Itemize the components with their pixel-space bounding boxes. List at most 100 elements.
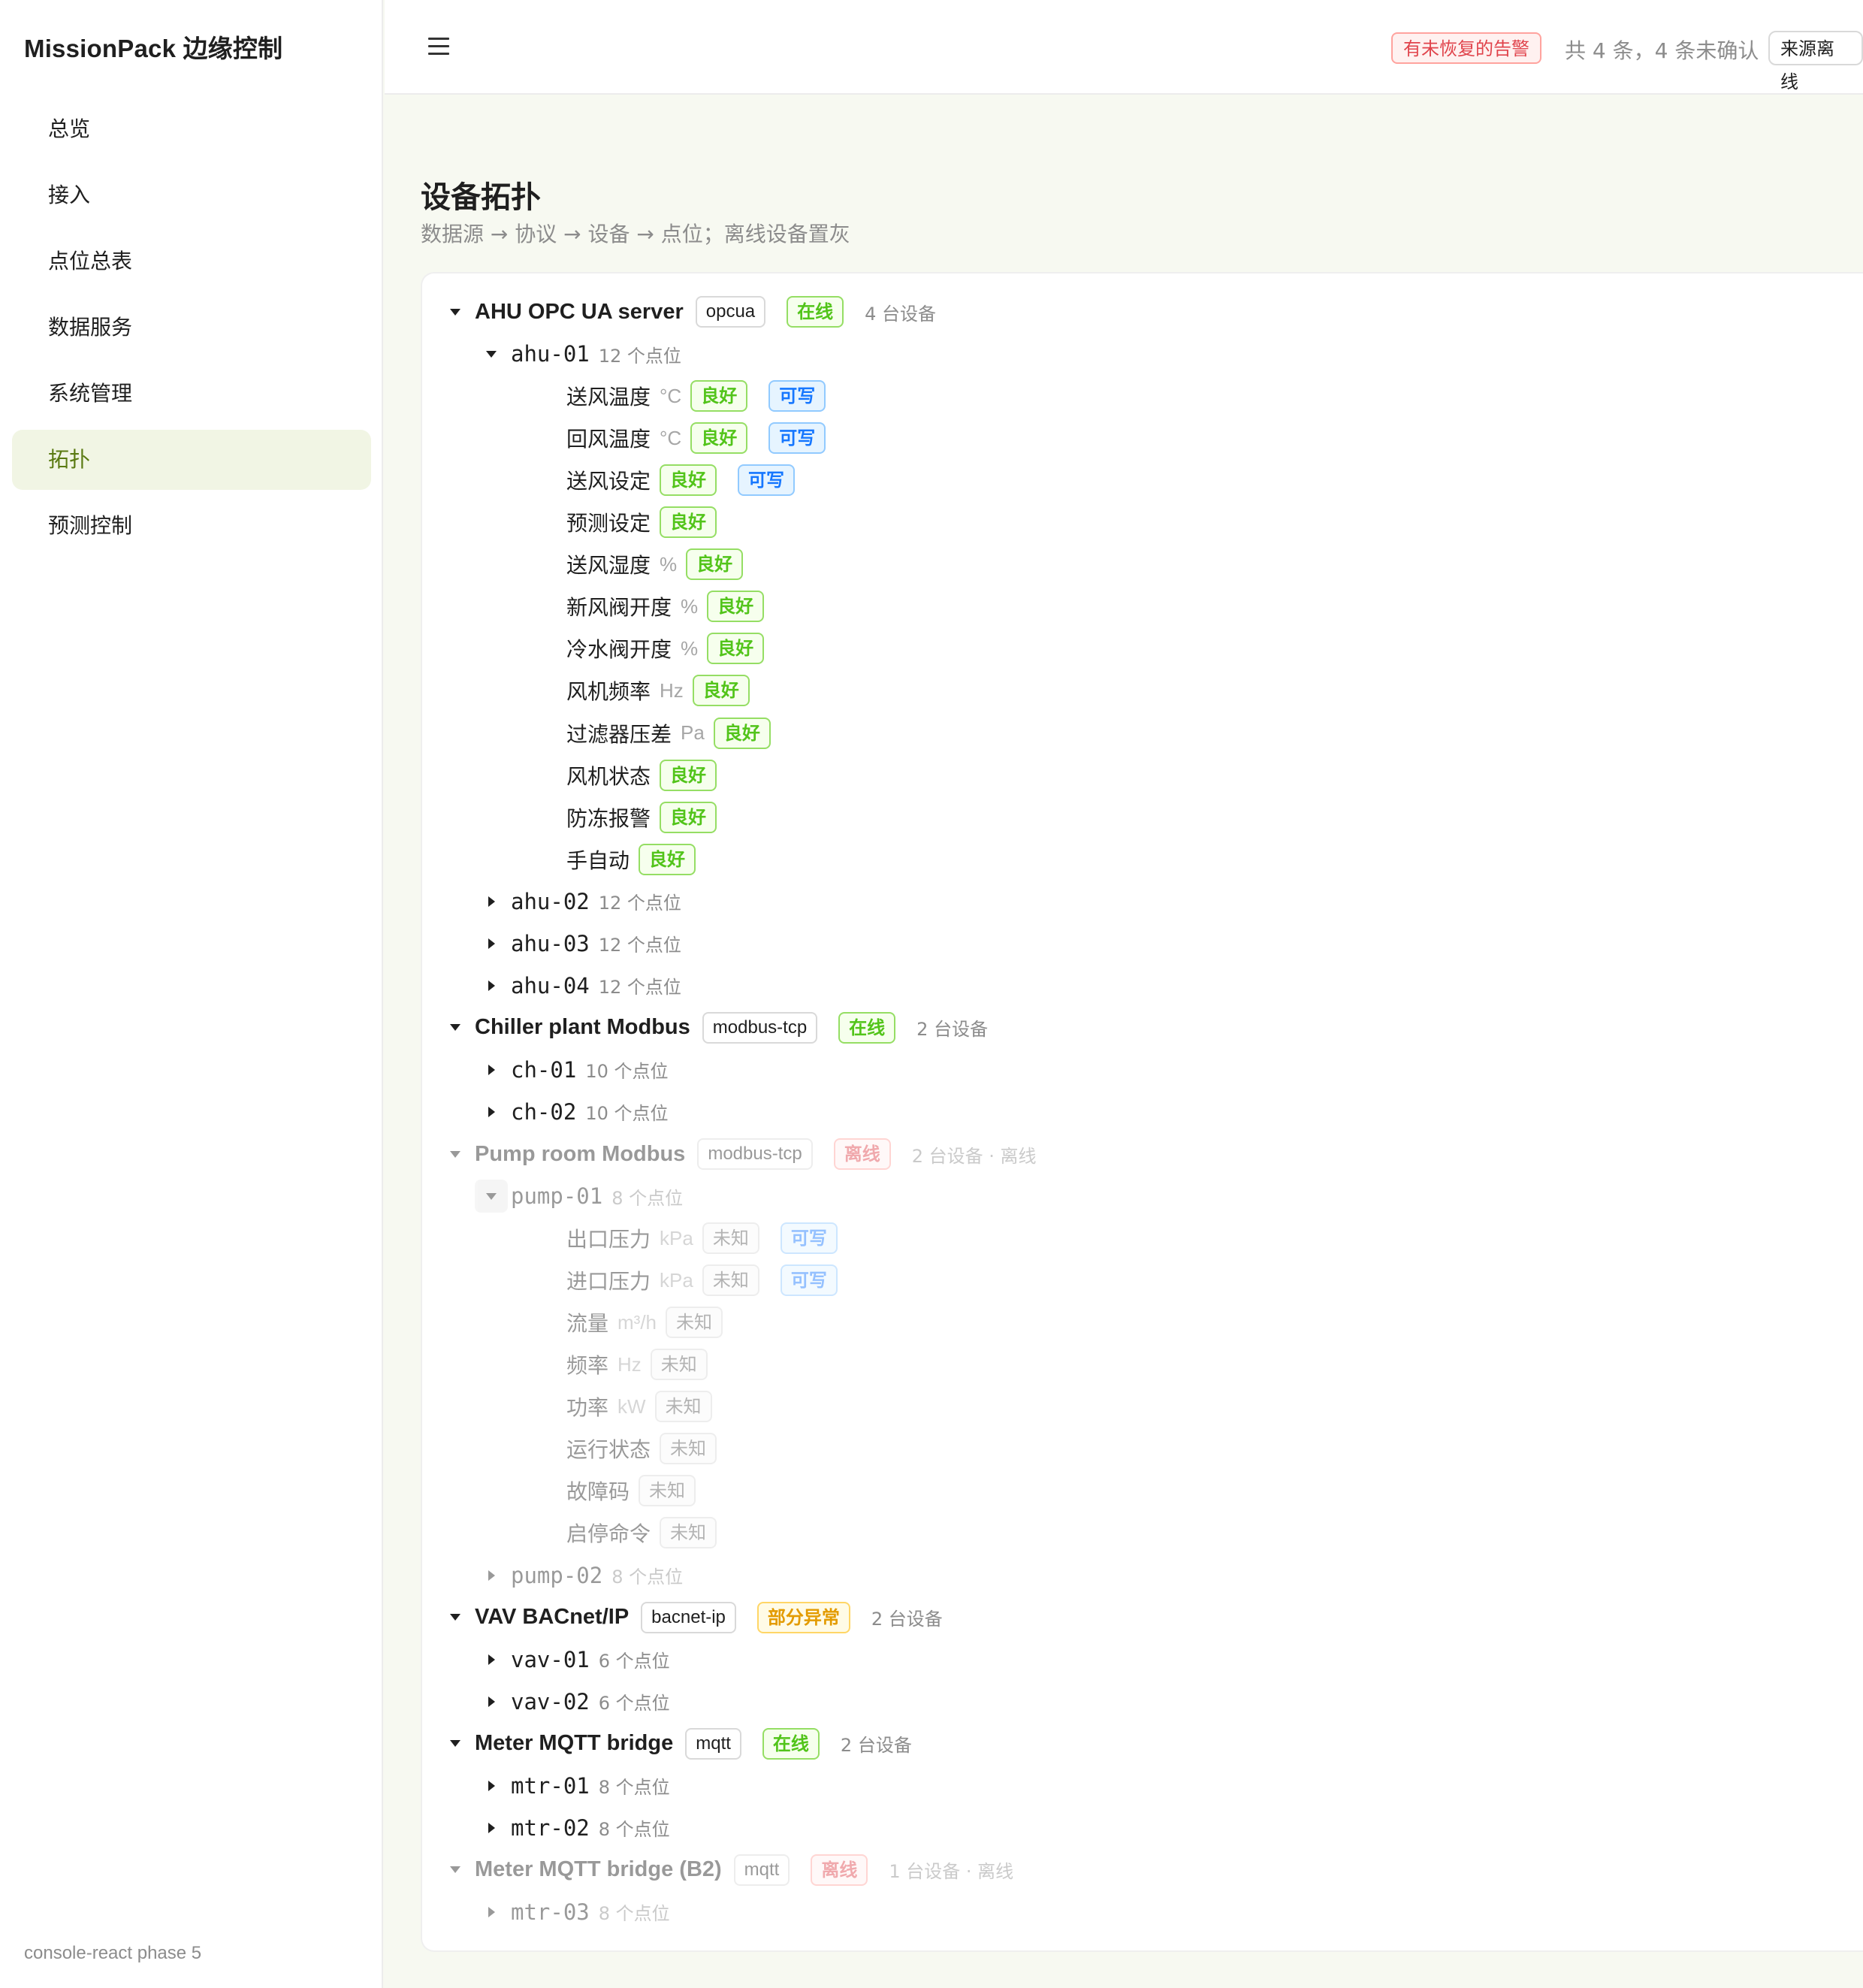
tree-source-row[interactable]: Chiller plant Modbus modbus-tcp 在线 2 台设备: [439, 1007, 988, 1049]
collapse-toggle-icon[interactable]: [439, 1854, 472, 1887]
tree-device-row[interactable]: ch-01 10 个点位: [475, 1049, 668, 1091]
expand-toggle-icon[interactable]: [475, 1559, 508, 1592]
expand-toggle-icon[interactable]: [475, 1769, 508, 1802]
expand-toggle-icon[interactable]: [475, 1896, 508, 1929]
device-count: 2 台设备 · 离线: [911, 1145, 1037, 1167]
caret-down-icon: [450, 308, 460, 316]
menu-icon[interactable]: [428, 38, 449, 56]
expand-toggle-icon[interactable]: [475, 1643, 508, 1676]
tree-device-row[interactable]: ahu-01 12 个点位: [475, 333, 681, 375]
writable-tag: 可写: [780, 1264, 838, 1297]
collapse-toggle-icon[interactable]: [439, 1138, 472, 1171]
expand-toggle-icon[interactable]: [475, 927, 508, 960]
caret-right-icon: [488, 1822, 495, 1833]
collapse-toggle-icon[interactable]: [439, 1727, 472, 1760]
tree-device-row[interactable]: mtr-01 8 个点位: [475, 1765, 670, 1807]
quality-tag: 未知: [666, 1307, 723, 1339]
point-name: 送风温度: [566, 385, 651, 410]
point-name: 故障码: [566, 1479, 630, 1505]
tree-device-row[interactable]: ahu-03 12 个点位: [475, 923, 681, 965]
tree-source-row[interactable]: Meter MQTT bridge (B2) mqtt 离线 1 台设备 · 离线: [439, 1849, 1013, 1891]
tree-point-row: 送风湿度% 良好: [566, 543, 764, 585]
collapse-toggle-icon[interactable]: [475, 1180, 508, 1213]
quality-tag: 未知: [702, 1222, 759, 1255]
sidebar-item-system[interactable]: 系统管理: [12, 364, 371, 424]
tree-device-row[interactable]: mtr-03 8 个点位: [475, 1891, 670, 1933]
expand-toggle-icon[interactable]: [475, 1685, 508, 1718]
sidebar-item-topology[interactable]: 拓扑: [12, 430, 371, 490]
tree-point-row: 风机频率 Hz 良好: [566, 669, 771, 712]
tree-point-row: 频率 Hz 未知: [566, 1343, 729, 1385]
collapse-toggle-icon[interactable]: [439, 1601, 472, 1634]
tree-device-row[interactable]: mtr-02 8 个点位: [475, 1807, 670, 1849]
collapse-toggle-icon[interactable]: [439, 1011, 472, 1044]
sidebar-item-points[interactable]: 点位总表: [12, 231, 371, 292]
sidebar-nav: 总览 接入 点位总表 数据服务 系统管理 拓扑 预测控制: [12, 99, 371, 562]
source-status-tag: 离线: [833, 1138, 891, 1170]
tree-device-row[interactable]: ch-02 10 个点位: [475, 1091, 668, 1133]
tree-device-row[interactable]: vav-01 6 个点位: [475, 1639, 670, 1681]
tree-device-row[interactable]: pump-02 8 个点位: [475, 1554, 683, 1597]
device-name: vav-02: [511, 1688, 590, 1715]
point-name: 防冻报警: [566, 805, 651, 831]
quality-tag: 良好: [639, 843, 696, 875]
tree-source-row[interactable]: AHU OPC UA server opcua 在线 4 台设备: [439, 291, 936, 333]
protocol-tag: mqtt: [685, 1727, 741, 1760]
tree-device-row[interactable]: pump-01 8 个点位: [475, 1175, 683, 1217]
source-status-tag: 离线: [811, 1854, 868, 1886]
collapse-toggle-icon[interactable]: [475, 337, 508, 370]
tree-point-row: 预测设定 良好: [566, 501, 738, 543]
tree-device-row[interactable]: ahu-02 12 个点位: [475, 881, 681, 923]
source-offline-button[interactable]: 来源离线: [1768, 31, 1863, 92]
quality-tag: 良好: [660, 506, 717, 539]
sidebar-item-overview[interactable]: 总览: [12, 99, 371, 159]
expand-toggle-icon[interactable]: [475, 1095, 508, 1128]
point-name: 回风温度: [566, 427, 651, 452]
point-name: 风机状态: [566, 763, 651, 789]
caret-down-icon: [450, 1024, 460, 1032]
point-unit: m³/h: [617, 1310, 657, 1334]
expand-toggle-icon[interactable]: [475, 1053, 508, 1086]
caret-right-icon: [488, 980, 495, 991]
tree-source-row[interactable]: Meter MQTT bridge mqtt 在线 2 台设备: [439, 1723, 912, 1765]
point-count: 12 个点位: [598, 345, 681, 367]
topology-card: AHU OPC UA server opcua 在线 4 台设备 ahu-01 12 个点…: [421, 272, 1863, 1952]
writable-tag: 可写: [738, 464, 796, 497]
expand-toggle-icon[interactable]: [475, 1811, 508, 1844]
tree-point-row: 功率 kW 未知: [566, 1385, 733, 1428]
tree-source-row[interactable]: Pump room Modbus modbus-tcp 离线 2 台设备 · 离线: [439, 1133, 1037, 1175]
brand-title: MissionPack 边缘控制: [24, 35, 283, 62]
tree-point-row: 新风阀开度% 良好: [566, 585, 785, 627]
point-name: 风机频率: [566, 679, 651, 705]
point-name: 冷水阀开度: [566, 637, 672, 663]
point-unit: Hz: [617, 1352, 642, 1376]
topbar: 有未恢复的告警 共 4 条，4 条未确认 来源离线: [385, 0, 1863, 95]
device-name: ch-02: [511, 1098, 577, 1125]
collapse-toggle-icon[interactable]: [439, 295, 472, 328]
tree-device-row[interactable]: vav-02 6 个点位: [475, 1681, 670, 1723]
tree-point-row: 启停命令 未知: [566, 1512, 738, 1554]
sidebar-item-data-service[interactable]: 数据服务: [12, 298, 371, 358]
quality-tag: 未知: [650, 1349, 708, 1381]
caret-right-icon: [488, 1106, 495, 1117]
caret-down-icon: [450, 1614, 460, 1621]
alarm-status-tag[interactable]: 有未恢复的告警: [1391, 32, 1541, 64]
point-name: 送风设定: [566, 469, 651, 494]
sidebar-item-predictive[interactable]: 预测控制: [12, 496, 371, 556]
quality-tag: 良好: [690, 422, 748, 455]
sidebar-item-access[interactable]: 接入: [12, 165, 371, 225]
tree-device-row[interactable]: ahu-04 12 个点位: [475, 965, 681, 1007]
tree-point-row: 进口压力 kPa 未知 可写: [566, 1259, 859, 1301]
device-name: ahu-04: [511, 972, 590, 999]
tree-point-row: 送风温度 °C 良好 可写: [566, 375, 847, 417]
tree-source-row[interactable]: VAV BACnet/IP bacnet-ip 部分异常 2 台设备: [439, 1597, 943, 1639]
writable-tag: 可写: [780, 1222, 838, 1255]
tree-point-row: 冷水阀开度% 良好: [566, 627, 785, 669]
caret-right-icon: [488, 1780, 495, 1791]
point-unit: °C: [660, 426, 682, 449]
expand-toggle-icon[interactable]: [475, 969, 508, 1002]
alarm-summary: 共 4 条，4 条未确认: [1565, 38, 1759, 63]
quality-tag: 未知: [654, 1391, 712, 1423]
point-count: 12 个点位: [598, 893, 681, 914]
expand-toggle-icon[interactable]: [475, 885, 508, 918]
